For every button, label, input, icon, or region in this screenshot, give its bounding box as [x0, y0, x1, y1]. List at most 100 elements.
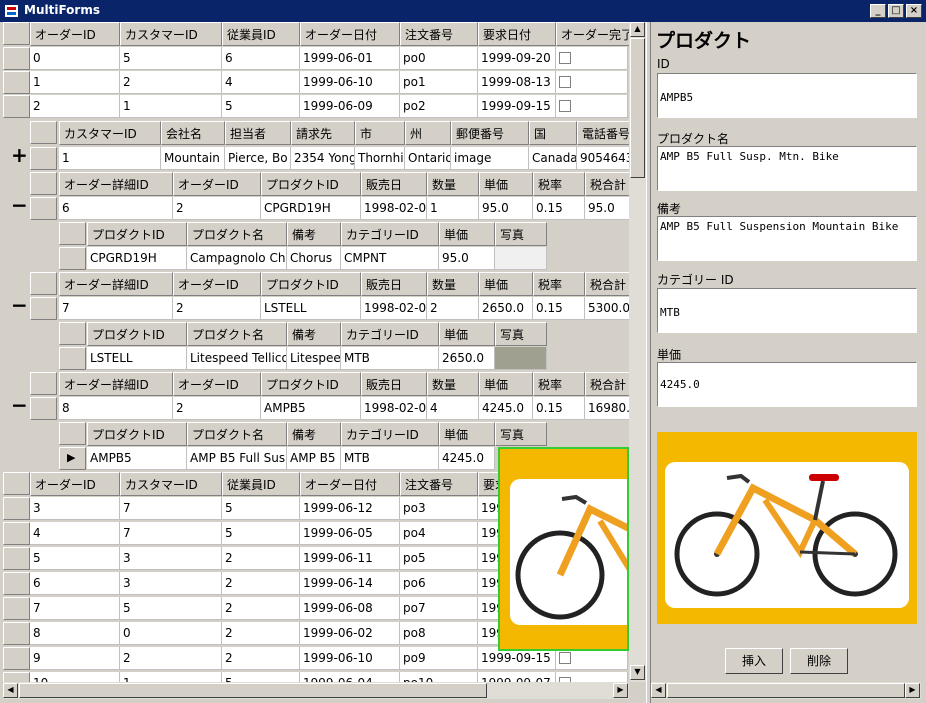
- column-header-product[interactable]: カテゴリーID: [341, 322, 439, 346]
- order-cell[interactable]: 1999-09-15: [478, 95, 556, 118]
- id-field[interactable]: AMPB5: [657, 73, 917, 118]
- product-photo-thumb[interactable]: [495, 347, 547, 370]
- expand-plus-icon[interactable]: +: [11, 145, 28, 165]
- row-selector[interactable]: [3, 622, 30, 645]
- collapse-minus-icon[interactable]: −: [11, 195, 28, 215]
- order-cell[interactable]: 1: [120, 95, 222, 118]
- product-cell[interactable]: AMP B5 Full Susp: [187, 447, 287, 470]
- order-cell[interactable]: 1999-06-11: [300, 547, 400, 570]
- order-cell[interactable]: 2: [120, 647, 222, 670]
- form-scroll-left-arrow-icon[interactable]: ◀: [651, 683, 666, 698]
- order-cell[interactable]: 5: [222, 95, 300, 118]
- column-header-order[interactable]: 従業員ID: [222, 472, 300, 496]
- product-name-field[interactable]: AMP B5 Full Susp. Mtn. Bike: [657, 146, 917, 191]
- column-header-order[interactable]: 要求日付: [478, 22, 556, 46]
- detail-cell[interactable]: 0.15: [533, 297, 585, 320]
- column-header-product[interactable]: 写真: [495, 322, 547, 346]
- order-cell[interactable]: po2: [400, 95, 478, 118]
- order-complete-checkbox[interactable]: [556, 47, 628, 70]
- column-header-product[interactable]: 写真: [495, 422, 547, 446]
- column-header-detail[interactable]: 数量: [427, 172, 479, 196]
- row-selector[interactable]: [59, 347, 86, 370]
- column-header-detail[interactable]: 単価: [479, 372, 533, 396]
- row-selector[interactable]: [59, 247, 86, 270]
- column-header-detail[interactable]: 単価: [479, 272, 533, 296]
- row-selector[interactable]: [3, 522, 30, 545]
- scroll-right-arrow-icon[interactable]: ▶: [613, 683, 628, 698]
- column-header-product[interactable]: プロダクト名: [187, 322, 287, 346]
- column-header-detail[interactable]: プロダクトID: [261, 172, 361, 196]
- unit-price-field[interactable]: 4245.0: [657, 362, 917, 407]
- order-cell[interactable]: 7: [120, 522, 222, 545]
- column-header-detail[interactable]: 税率: [533, 272, 585, 296]
- order-cell[interactable]: 1999-08-13: [478, 71, 556, 94]
- column-header-detail[interactable]: プロダクトID: [261, 272, 361, 296]
- detail-cell[interactable]: 2: [173, 297, 261, 320]
- form-scroll-thumb[interactable]: [667, 683, 905, 698]
- detail-cell[interactable]: 95.0: [479, 197, 533, 220]
- column-header-product[interactable]: 単価: [439, 322, 495, 346]
- column-header-order[interactable]: オーダーID: [30, 22, 120, 46]
- column-header-product[interactable]: プロダクトID: [87, 222, 187, 246]
- product-cell[interactable]: Litespeed: [287, 347, 341, 370]
- horizontal-scrollbar[interactable]: ◀ ▶: [3, 682, 629, 699]
- row-selector[interactable]: [30, 147, 57, 170]
- detail-cell[interactable]: AMPB5: [261, 397, 361, 420]
- form-scroll-right-arrow-icon[interactable]: ▶: [905, 683, 920, 698]
- column-header-detail[interactable]: オーダー詳細ID: [59, 172, 173, 196]
- column-header-product[interactable]: プロダクトID: [87, 422, 187, 446]
- column-header-detail[interactable]: 販売日: [361, 372, 427, 396]
- product-cell[interactable]: MTB: [341, 447, 439, 470]
- column-header-customer[interactable]: 請求先: [291, 121, 355, 145]
- order-cell[interactable]: 5: [222, 497, 300, 520]
- column-header-detail[interactable]: オーダーID: [173, 272, 261, 296]
- order-cell[interactable]: 7: [30, 597, 120, 620]
- order-cell[interactable]: po3: [400, 497, 478, 520]
- detail-cell[interactable]: 2: [173, 397, 261, 420]
- checkbox-icon[interactable]: [559, 652, 571, 664]
- category-id-field[interactable]: MTB: [657, 288, 917, 333]
- customer-cell[interactable]: Pierce, Bo: [225, 147, 291, 170]
- checkbox-icon[interactable]: [559, 100, 571, 112]
- order-cell[interactable]: 2: [222, 597, 300, 620]
- row-selector[interactable]: [3, 71, 30, 94]
- row-selector[interactable]: [3, 647, 30, 670]
- column-header-order[interactable]: オーダー完了: [556, 22, 631, 46]
- order-cell[interactable]: 2: [222, 572, 300, 595]
- product-cell[interactable]: 95.0: [439, 247, 495, 270]
- row-selector[interactable]: [3, 572, 30, 595]
- detail-cell[interactable]: 5300.0: [585, 297, 635, 320]
- column-header-product[interactable]: 単価: [439, 422, 495, 446]
- column-header-order[interactable]: オーダー日付: [300, 22, 400, 46]
- detail-cell[interactable]: 1998-02-0: [361, 297, 427, 320]
- column-header-detail[interactable]: 販売日: [361, 272, 427, 296]
- product-cell[interactable]: MTB: [341, 347, 439, 370]
- column-header-product[interactable]: プロダクトID: [87, 322, 187, 346]
- column-header-product[interactable]: 備考: [287, 222, 341, 246]
- column-header-customer[interactable]: 市: [355, 121, 405, 145]
- row-selector[interactable]: [3, 497, 30, 520]
- row-selector[interactable]: [3, 47, 30, 70]
- order-cell[interactable]: 1999-06-09: [300, 95, 400, 118]
- column-header-customer[interactable]: 電話番号: [577, 121, 637, 145]
- column-header-product[interactable]: プロダクト名: [187, 222, 287, 246]
- row-selector[interactable]: [3, 597, 30, 620]
- maximize-button[interactable]: □: [888, 4, 904, 18]
- detail-cell[interactable]: 95.0: [585, 197, 635, 220]
- column-header-detail[interactable]: 税合計: [585, 272, 635, 296]
- column-header-product[interactable]: 備考: [287, 322, 341, 346]
- product-cell[interactable]: Litespeed Tellico: [187, 347, 287, 370]
- order-cell[interactable]: 0: [30, 47, 120, 70]
- product-cell[interactable]: AMPB5: [87, 447, 187, 470]
- column-header-order[interactable]: カスタマーID: [120, 22, 222, 46]
- order-cell[interactable]: po7: [400, 597, 478, 620]
- order-cell[interactable]: 1999-06-12: [300, 497, 400, 520]
- column-header-detail[interactable]: 数量: [427, 272, 479, 296]
- column-header-detail[interactable]: 販売日: [361, 172, 427, 196]
- column-header-order[interactable]: 注文番号: [400, 472, 478, 496]
- order-cell[interactable]: po0: [400, 47, 478, 70]
- order-cell[interactable]: 9: [30, 647, 120, 670]
- product-cell[interactable]: CMPNT: [341, 247, 439, 270]
- order-cell[interactable]: 1999-06-05: [300, 522, 400, 545]
- order-cell[interactable]: 2: [222, 622, 300, 645]
